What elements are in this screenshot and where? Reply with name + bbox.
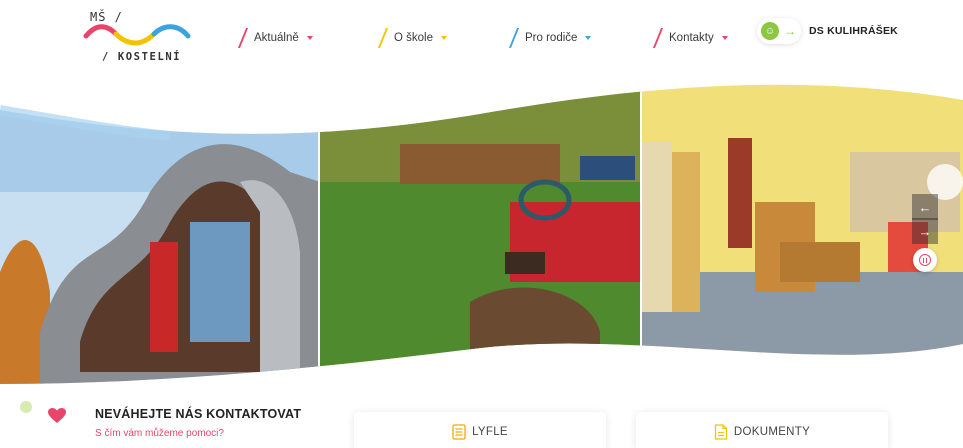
school-logo[interactable]: MŠ / / KOSTELNÍ: [82, 8, 192, 66]
nav-item-pro-rodice[interactable]: Pro rodiče: [508, 26, 592, 50]
nav-slash-icon: [377, 28, 389, 48]
ds-kulihrasek-link[interactable]: DS KULIHRÁŠEK: [809, 25, 898, 37]
hero-slider: ← →: [0, 72, 963, 392]
nav-label: O škole: [394, 32, 433, 44]
dokumenty-card[interactable]: DOKUMENTY: [636, 412, 888, 448]
caret-down-icon: [306, 36, 313, 40]
logo-bottom-text: / KOSTELNÍ: [102, 51, 182, 63]
caret-down-icon: [721, 36, 728, 40]
contact-title: NEVÁHEJTE NÁS KONTAKTOVAT: [95, 407, 302, 421]
nav-item-o-skole[interactable]: O škole: [377, 26, 447, 50]
nav-label: Pro rodiče: [525, 32, 578, 44]
dokumenty-label: DOKUMENTY: [733, 426, 811, 438]
heart-icon: [48, 408, 66, 423]
nav-label: Aktuálně: [254, 32, 299, 44]
lyfle-card[interactable]: LYFLE: [354, 412, 606, 448]
ds-kulihrasek-button[interactable]: ☺ →: [757, 18, 801, 44]
nav-item-kontakty[interactable]: Kontakty: [652, 26, 728, 50]
document-icon: [714, 424, 728, 440]
slider-next-button[interactable]: →: [912, 218, 938, 244]
nav-item-aktualne[interactable]: Aktuálně: [237, 26, 313, 50]
caret-down-icon: [585, 36, 592, 40]
hero-images: [0, 84, 963, 385]
nav-slash-icon: [237, 28, 249, 48]
contact-subtitle-link[interactable]: S čím vám můžeme pomoci?: [95, 428, 224, 439]
nav-slash-icon: [652, 28, 664, 48]
lyfle-label: LYFLE: [472, 426, 508, 438]
logo-wave-icon: [83, 24, 191, 46]
nav-slash-icon: [508, 28, 520, 48]
slider-prev-button[interactable]: ←: [912, 194, 938, 220]
leaflet-icon: [452, 424, 466, 440]
site-header: MŠ / / KOSTELNÍ Aktuálně O škole Pro rod…: [0, 0, 963, 78]
smiley-icon: ☺: [761, 22, 779, 40]
pause-icon: [919, 254, 931, 266]
caret-down-icon: [441, 36, 447, 40]
nav-label: Kontakty: [669, 32, 714, 44]
decor-dot: [20, 401, 32, 413]
slide-image-playground: [320, 84, 642, 385]
arrow-right-icon: →: [784, 24, 796, 38]
slider-pause-button[interactable]: [913, 248, 937, 272]
